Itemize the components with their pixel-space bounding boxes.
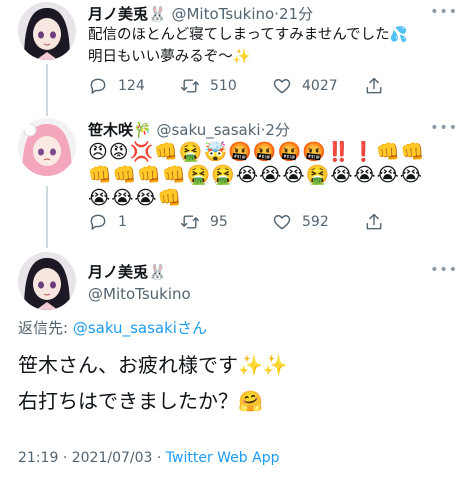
- more-icon[interactable]: •••: [430, 120, 458, 136]
- tweet-text-line: 明日もいい夢みるぞ〜✨: [88, 49, 251, 65]
- retweet-button[interactable]: 95: [180, 212, 272, 232]
- user-handle[interactable]: @MitoTsukino: [171, 5, 274, 23]
- replying-to: 返信先: @saku_sasakiさん: [18, 317, 207, 338]
- like-button[interactable]: 592: [272, 212, 364, 232]
- retweet-button[interactable]: 510: [180, 76, 272, 96]
- separator: ·: [156, 450, 162, 466]
- user-handle[interactable]: @saku_sasaki: [156, 121, 260, 139]
- tweet-actions: 124 510 4027: [88, 76, 394, 96]
- like-count: 592: [302, 214, 329, 230]
- retweet-count: 95: [210, 214, 228, 230]
- rabbit-badge-icon: 🐰: [148, 263, 167, 281]
- thread-line: [46, 64, 48, 116]
- share-icon: [366, 77, 382, 94]
- tweet-text-line: 右打ちはできましたか？🤗: [18, 389, 263, 413]
- reply-count: 1: [118, 214, 127, 230]
- tweet-emoji-line: 😠😡💢👊🤮🤯🤬🤬🤬🤬‼️❗️👊👊: [88, 141, 426, 163]
- share-button[interactable]: [364, 212, 394, 232]
- share-icon: [366, 213, 382, 230]
- tweet-header-handle: @MitoTsukino: [88, 284, 191, 304]
- rabbit-badge-icon: 🐰: [148, 5, 167, 23]
- thread-line: [46, 186, 48, 248]
- like-icon: [273, 215, 291, 230]
- timestamp[interactable]: 21分: [279, 5, 313, 23]
- display-name[interactable]: 笹木咲: [88, 121, 133, 139]
- tweet-meta: 21:19 · 2021/07/03 · Twitter Web App: [18, 450, 279, 466]
- tweet-source-link[interactable]: Twitter Web App: [166, 450, 280, 466]
- user-handle[interactable]: @MitoTsukino: [88, 285, 191, 303]
- tweet-date[interactable]: 2021/07/03: [72, 450, 153, 466]
- tweet-actions: 1 95 592: [88, 212, 394, 232]
- display-name[interactable]: 月ノ美兎: [88, 263, 148, 281]
- tweet-time[interactable]: 21:19: [18, 450, 58, 466]
- retweet-count: 510: [210, 78, 237, 94]
- retweet-icon: [180, 215, 200, 229]
- reply-handle-link[interactable]: @saku_sasaki: [73, 319, 177, 337]
- more-icon[interactable]: •••: [430, 4, 458, 20]
- avatar-mito[interactable]: [18, 252, 76, 310]
- reply-button[interactable]: 1: [88, 212, 180, 232]
- reply-button[interactable]: 124: [88, 76, 180, 96]
- avatar-saku[interactable]: [18, 118, 76, 176]
- reply-icon: [90, 214, 106, 230]
- tweet-header: 笹木咲🎋 @saku_sasaki·2分: [88, 120, 290, 140]
- like-icon: [273, 79, 291, 94]
- more-icon[interactable]: •••: [430, 262, 458, 278]
- display-name[interactable]: 月ノ美兎: [88, 5, 148, 23]
- separator: ·: [62, 450, 68, 466]
- tweet-text-line: 配信のほとんど寝てしまってすみませんでした💦: [88, 27, 408, 43]
- like-count: 4027: [302, 78, 338, 94]
- retweet-icon: [180, 79, 200, 93]
- reply-count: 124: [118, 78, 145, 94]
- reply-suffix[interactable]: さん: [177, 319, 207, 337]
- bamboo-badge-icon: 🎋: [133, 121, 152, 139]
- reply-prefix: 返信先:: [18, 319, 73, 337]
- tweet-header: 月ノ美兎🐰: [88, 262, 167, 282]
- tweet-emoji-line: 👊👊👊👊🤮🤮😭😭😭🤮😭😭😭😭: [88, 164, 424, 186]
- tweet-text-line: 笹木さん、お疲れ様です✨✨: [18, 353, 288, 377]
- share-button[interactable]: [364, 76, 394, 96]
- avatar-mito[interactable]: [18, 2, 76, 60]
- reply-icon: [90, 78, 106, 94]
- like-button[interactable]: 4027: [272, 76, 364, 96]
- tweet-header: 月ノ美兎🐰 @MitoTsukino·21分: [88, 4, 313, 24]
- tweet-emoji-line: 😭😭😭👊: [88, 187, 183, 209]
- timestamp[interactable]: 2分: [265, 121, 290, 139]
